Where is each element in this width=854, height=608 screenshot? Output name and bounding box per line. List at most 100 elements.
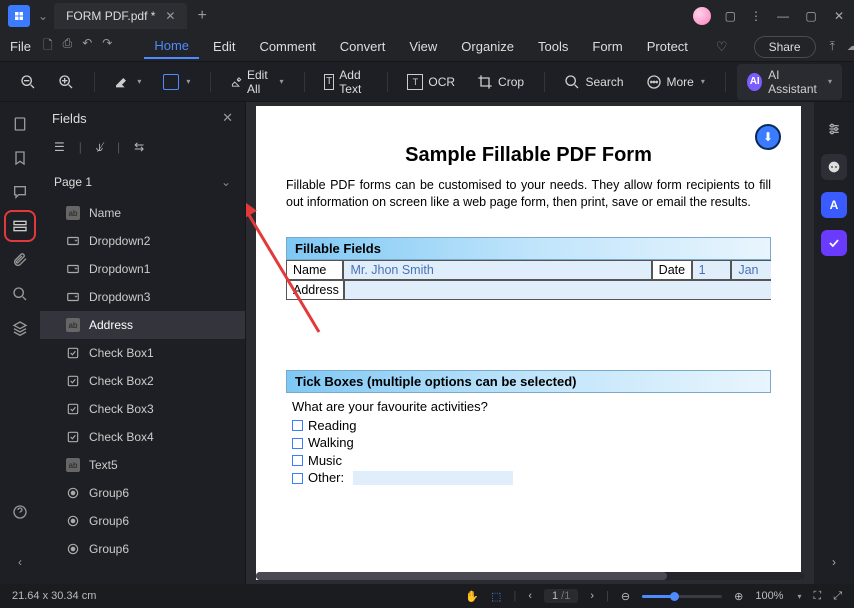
checkbox-icon[interactable] xyxy=(292,438,303,449)
help-icon[interactable] xyxy=(10,502,30,522)
menu-protect[interactable]: Protect xyxy=(637,35,698,58)
edit-all-button[interactable]: Edit All▾ xyxy=(223,64,292,100)
field-item[interactable]: Group6 xyxy=(40,507,245,535)
tree-icon[interactable]: ⇆ xyxy=(134,140,144,155)
field-item[interactable]: abAddress xyxy=(40,311,245,339)
chat-icon[interactable] xyxy=(821,154,847,180)
download-badge-icon[interactable]: ⬇ xyxy=(755,124,781,150)
more-button[interactable]: More▾ xyxy=(638,70,713,94)
close-tab-icon[interactable]: ✕ xyxy=(165,9,175,23)
undo-icon[interactable]: ↶ xyxy=(82,36,92,57)
user-avatar[interactable] xyxy=(693,7,711,25)
checkbox-field-icon xyxy=(66,402,80,416)
feedback-icon[interactable]: ▢ xyxy=(725,9,736,23)
share-button[interactable]: Share xyxy=(754,36,816,58)
shape-tool[interactable]: ▾ xyxy=(155,70,198,94)
zoom-value[interactable]: 100% xyxy=(755,590,783,602)
checkbox-icon[interactable] xyxy=(292,455,303,466)
field-item[interactable]: Check Box2 xyxy=(40,367,245,395)
close-window-button[interactable]: ✕ xyxy=(832,9,846,23)
zoom-out-button[interactable] xyxy=(12,70,44,94)
zoom-out-icon[interactable]: ⊖ xyxy=(621,590,630,603)
menu-organize[interactable]: Organize xyxy=(451,35,524,58)
close-panel-icon[interactable]: ✕ xyxy=(222,110,233,126)
menu-convert[interactable]: Convert xyxy=(330,35,396,58)
document-tab[interactable]: FORM PDF.pdf * ✕ xyxy=(54,3,187,29)
collapse-right-icon[interactable]: › xyxy=(824,552,844,572)
select-tool-icon[interactable]: ⬚ xyxy=(491,590,501,603)
attachments-icon[interactable] xyxy=(10,250,30,270)
fit-width-icon[interactable]: ⛶ xyxy=(813,590,821,603)
zoom-slider[interactable] xyxy=(642,595,722,598)
tick-option[interactable]: Music xyxy=(292,452,771,470)
zoom-in-icon[interactable]: ⊕ xyxy=(734,590,743,603)
field-item[interactable]: Check Box3 xyxy=(40,395,245,423)
field-name[interactable]: Mr. Jhon Smith xyxy=(343,260,651,280)
field-item[interactable]: Check Box4 xyxy=(40,423,245,451)
zoom-in-button[interactable] xyxy=(50,70,82,94)
tips-icon[interactable]: ♡ xyxy=(716,39,728,55)
ai-assistant-button[interactable]: AI AI Assistant▾ xyxy=(737,64,842,100)
cloud-icon[interactable]: ☁ xyxy=(847,39,854,54)
menu-tools[interactable]: Tools xyxy=(528,35,578,58)
collapse-left-icon[interactable]: ‹ xyxy=(10,552,30,572)
label-address: Address xyxy=(286,280,344,300)
fields-panel-icon[interactable] xyxy=(10,216,30,236)
layers-icon[interactable] xyxy=(10,318,30,338)
tick-option[interactable]: Walking xyxy=(292,434,771,452)
field-item[interactable]: Group6 xyxy=(40,479,245,507)
checkbox-icon[interactable] xyxy=(292,420,303,431)
menu-edit[interactable]: Edit xyxy=(203,35,245,58)
field-item[interactable]: Group6 xyxy=(40,535,245,563)
menu-view[interactable]: View xyxy=(399,35,447,58)
search-panel-icon[interactable] xyxy=(10,284,30,304)
fullscreen-icon[interactable]: ⤢ xyxy=(833,590,842,603)
maximize-button[interactable]: ▢ xyxy=(804,9,818,23)
sort-icon[interactable]: ⫝̸ xyxy=(96,140,103,155)
page-toggle[interactable]: Page 1 ⌄ xyxy=(40,165,245,199)
tick-option[interactable]: Reading xyxy=(292,417,771,435)
prev-page-icon[interactable]: ‹ xyxy=(528,590,532,602)
field-day[interactable]: 1 xyxy=(692,260,732,280)
next-page-icon[interactable]: › xyxy=(590,590,594,602)
text-field-icon: ab xyxy=(66,206,80,220)
page-current[interactable]: 1 xyxy=(552,590,558,602)
field-item[interactable]: Dropdown2 xyxy=(40,227,245,255)
field-month[interactable]: Jan xyxy=(731,260,771,280)
ocr-button[interactable]: TOCR xyxy=(399,70,463,94)
checkbox-icon[interactable] xyxy=(292,473,303,484)
minimize-button[interactable]: — xyxy=(776,9,790,23)
ai-tool-icon[interactable]: A xyxy=(821,192,847,218)
add-text-button[interactable]: TAdd Text xyxy=(316,64,375,100)
menu-home[interactable]: Home xyxy=(144,34,199,59)
menu-comment[interactable]: Comment xyxy=(249,35,325,58)
ai-check-icon[interactable] xyxy=(821,230,847,256)
menu-file[interactable]: File xyxy=(10,39,31,54)
horizontal-scrollbar[interactable] xyxy=(256,572,804,580)
field-item[interactable]: Dropdown1 xyxy=(40,255,245,283)
print-icon[interactable]: ⎙ xyxy=(63,36,73,57)
redo-icon[interactable]: ↷ xyxy=(102,36,112,57)
menu-form[interactable]: Form xyxy=(582,35,632,58)
field-item[interactable]: Dropdown3 xyxy=(40,283,245,311)
hand-tool-icon[interactable]: ✋ xyxy=(465,590,479,603)
save-icon[interactable]: 🗋 xyxy=(43,36,53,57)
comments-icon[interactable] xyxy=(10,182,30,202)
list-view-icon[interactable]: ☰ xyxy=(54,140,65,155)
cloud-upload-icon[interactable]: ⤒ xyxy=(830,39,835,54)
thumbnails-icon[interactable] xyxy=(10,114,30,134)
field-item[interactable]: Check Box1 xyxy=(40,339,245,367)
highlight-tool[interactable]: ▾ xyxy=(106,70,149,94)
properties-icon[interactable] xyxy=(821,116,847,142)
app-logo[interactable] xyxy=(8,5,30,27)
tick-option[interactable]: Other: xyxy=(292,469,771,487)
search-button[interactable]: Search xyxy=(556,70,631,94)
crop-button[interactable]: Crop xyxy=(469,70,532,94)
bookmarks-icon[interactable] xyxy=(10,148,30,168)
other-input[interactable] xyxy=(353,471,513,485)
field-address[interactable] xyxy=(344,280,771,300)
kebab-menu-icon[interactable]: ⋮ xyxy=(750,9,762,23)
field-item[interactable]: abName xyxy=(40,199,245,227)
field-item[interactable]: abText5 xyxy=(40,451,245,479)
add-tab-button[interactable]: + xyxy=(197,7,206,25)
